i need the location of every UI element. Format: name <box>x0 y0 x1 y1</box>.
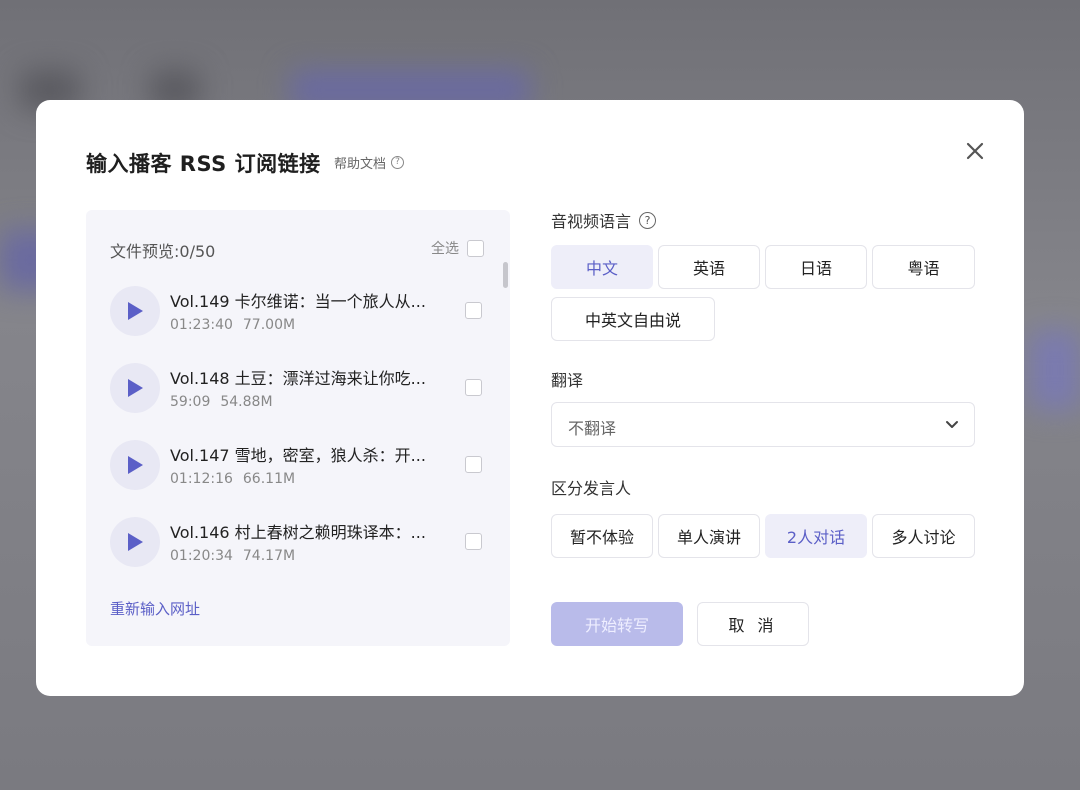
episode-checkbox[interactable] <box>465 533 482 550</box>
episode-size: 66.11M <box>242 471 296 487</box>
episode-checkbox[interactable] <box>465 456 482 473</box>
episode-item: Vol.148 土豆：漂洋过海来让你吃... 59:09 54.88M <box>110 359 490 436</box>
episode-duration: 59:09 <box>170 394 211 410</box>
episode-title: Vol.149 卡尔维诺：当一个旅人从... <box>170 292 426 311</box>
translate-label-row: 翻译 <box>551 367 583 391</box>
play-button[interactable] <box>110 440 160 490</box>
file-preview-label: 文件预览:0/50 <box>110 242 216 261</box>
speaker-option-two[interactable]: 2人对话 <box>765 514 867 558</box>
close-icon <box>966 142 984 160</box>
chevron-down-icon <box>946 421 958 428</box>
play-icon <box>128 533 143 551</box>
select-all-label: 全选 <box>431 241 459 257</box>
translate-select-value: 不翻译 <box>568 419 617 438</box>
language-option-mixed[interactable]: 中英文自由说 <box>551 297 715 341</box>
episode-size: 74.17M <box>242 548 296 564</box>
translate-label: 翻译 <box>551 371 584 390</box>
cancel-button[interactable]: 取 消 <box>697 602 809 646</box>
episode-meta: 01:12:16 66.11M <box>170 471 295 487</box>
language-option-japanese[interactable]: 日语 <box>765 245 867 289</box>
question-icon: ? <box>391 156 405 169</box>
reenter-url-link[interactable]: 重新输入网址 <box>110 598 200 619</box>
episode-duration: 01:12:16 <box>170 471 233 487</box>
play-icon <box>128 302 143 320</box>
language-label: 音视频语言 <box>551 212 632 231</box>
episode-title: Vol.147 雪地，密室，狼人杀：开... <box>170 446 426 465</box>
speakers-label: 区分发言人 <box>551 479 632 498</box>
play-button[interactable] <box>110 286 160 336</box>
episode-item: Vol.147 雪地，密室，狼人杀：开... 01:12:16 66.11M <box>110 436 490 513</box>
file-preview-panel: 文件预览:0/50 全选 Vol.149 卡尔维诺：当一个旅人从... 01:2… <box>86 210 510 646</box>
episode-item: Vol.146 村上春树之赖明珠译本：... 01:20:34 74.17M <box>110 513 490 590</box>
background-blur-shape <box>1030 330 1080 410</box>
episode-size: 54.88M <box>220 394 273 410</box>
episode-title: Vol.148 土豆：漂洋过海来让你吃... <box>170 369 426 388</box>
episode-duration: 01:20:34 <box>170 548 233 564</box>
play-icon <box>128 379 143 397</box>
translate-select[interactable]: 不翻译 <box>551 402 975 447</box>
episode-size: 77.00M <box>242 317 296 333</box>
episode-meta: 59:09 54.88M <box>170 394 273 410</box>
start-transcribe-button[interactable]: 开始转写 <box>551 602 683 646</box>
select-all-checkbox[interactable] <box>467 239 484 257</box>
episode-meta: 01:23:40 77.00M <box>170 317 295 333</box>
language-option-cantonese[interactable]: 粤语 <box>872 245 975 289</box>
episode-checkbox[interactable] <box>465 302 482 319</box>
rss-import-dialog: 输入播客 RSS 订阅链接 帮助文档 ? 文件预览:0/50 全选 Vol.14… <box>36 100 1024 696</box>
speaker-option-single[interactable]: 单人演讲 <box>658 514 760 558</box>
language-option-english[interactable]: 英语 <box>658 245 760 289</box>
speakers-label-row: 区分发言人 <box>551 475 631 499</box>
help-docs-link[interactable]: 帮助文档 ? <box>334 153 405 172</box>
play-button[interactable] <box>110 363 160 413</box>
speaker-option-skip[interactable]: 暂不体验 <box>551 514 653 558</box>
help-docs-label: 帮助文档 <box>334 157 387 172</box>
episode-item: Vol.149 卡尔维诺：当一个旅人从... 01:23:40 77.00M <box>110 282 490 359</box>
language-option-chinese[interactable]: 中文 <box>551 245 653 289</box>
scrollbar-thumb[interactable] <box>503 262 508 288</box>
episode-duration: 01:23:40 <box>170 317 233 333</box>
select-all-toggle[interactable]: 全选 <box>431 238 484 258</box>
language-label-row: 音视频语言 ? <box>551 208 657 232</box>
episode-title: Vol.146 村上春树之赖明珠译本：... <box>170 523 426 542</box>
close-button[interactable] <box>960 136 990 166</box>
play-icon <box>128 456 143 474</box>
episode-list: Vol.149 卡尔维诺：当一个旅人从... 01:23:40 77.00M V… <box>110 282 490 590</box>
question-icon[interactable]: ? <box>639 211 657 229</box>
dialog-title: 输入播客 RSS 订阅链接 <box>86 152 321 176</box>
episode-meta: 01:20:34 74.17M <box>170 548 295 564</box>
speaker-option-multi[interactable]: 多人讨论 <box>872 514 975 558</box>
play-button[interactable] <box>110 517 160 567</box>
episode-checkbox[interactable] <box>465 379 482 396</box>
